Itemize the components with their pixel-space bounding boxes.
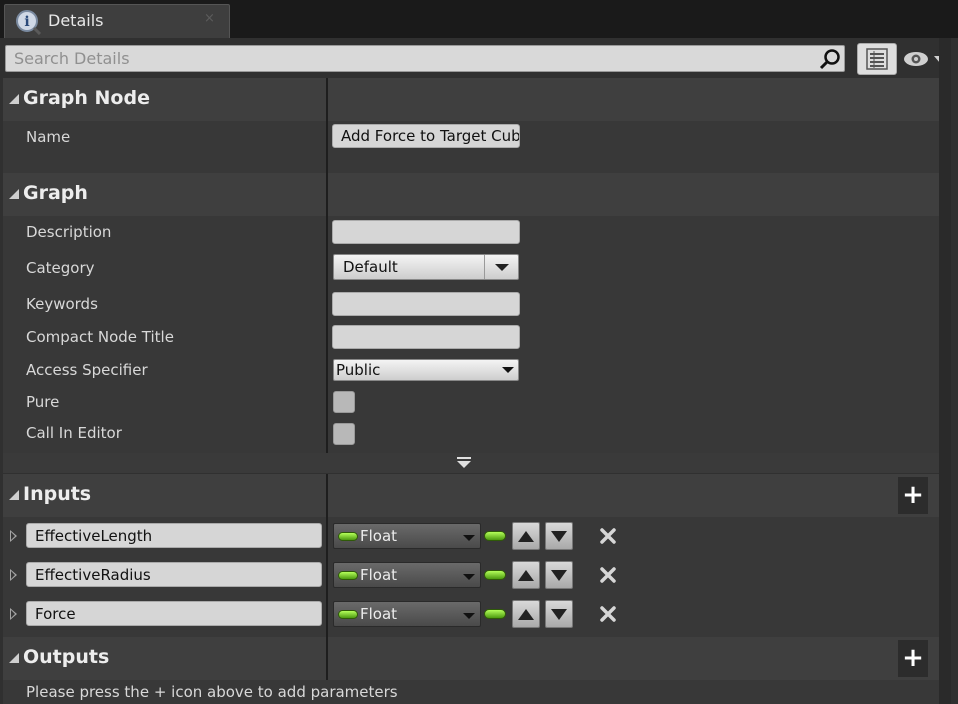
access-specifier-label: Access Specifier [26, 361, 148, 379]
advanced-expander[interactable] [3, 453, 951, 473]
move-up-button[interactable] [512, 600, 540, 628]
pin-type-icon [484, 531, 506, 541]
section-inputs[interactable]: Inputs + [3, 474, 951, 517]
chevron-down-icon [463, 535, 475, 541]
move-down-button[interactable] [545, 522, 573, 550]
name-label: Name [26, 128, 71, 146]
move-down-button[interactable] [545, 600, 573, 628]
details-panel: Graph Node Name Add Force to Target Cube… [0, 38, 958, 704]
float-pin-icon [338, 610, 358, 619]
view-options-button[interactable] [857, 43, 897, 75]
description-field[interactable] [332, 220, 520, 244]
column-divider [326, 173, 328, 216]
input-type-label: Float [360, 527, 398, 545]
input-name-field[interactable]: EffectiveRadius [26, 562, 322, 587]
column-divider [326, 78, 328, 121]
input-type-label: Float [360, 605, 398, 623]
search-input[interactable] [5, 45, 845, 72]
tab-bar: i Details × [0, 0, 958, 38]
input-name-field[interactable]: EffectiveLength [26, 523, 322, 548]
input-type-dropdown[interactable]: Float [333, 523, 481, 549]
pure-label: Pure [26, 393, 60, 411]
float-pin-icon [338, 532, 358, 541]
compact-node-title-field[interactable] [332, 325, 520, 349]
pure-checkbox[interactable] [333, 391, 355, 413]
description-label: Description [26, 223, 112, 241]
tab-title: Details [48, 11, 104, 30]
tab-details[interactable]: i Details × [4, 4, 230, 38]
section-title: Outputs [23, 646, 110, 668]
category-value: Default [343, 258, 398, 276]
add-output-button[interactable]: + [898, 640, 928, 677]
expand-down-icon [457, 457, 471, 468]
scrollbar[interactable] [939, 38, 951, 704]
collapse-arrow-icon [9, 653, 19, 663]
chevron-down-icon [463, 574, 475, 580]
access-specifier-dropdown[interactable]: Public [333, 359, 519, 381]
section-title: Graph Node [23, 87, 150, 109]
input-type-label: Float [360, 566, 398, 584]
chevron-down-icon [496, 360, 518, 380]
category-dropdown[interactable]: Default [333, 254, 519, 280]
column-divider [326, 474, 328, 517]
remove-icon[interactable] [599, 527, 617, 545]
input-name-field[interactable]: Force [26, 601, 322, 626]
keywords-label: Keywords [26, 295, 98, 313]
chevron-down-icon [463, 613, 475, 619]
remove-icon[interactable] [599, 566, 617, 584]
outputs-body: Please press the + icon above to add par… [3, 680, 951, 704]
section-graph-node[interactable]: Graph Node [3, 78, 951, 121]
move-up-button[interactable] [512, 522, 540, 550]
section-title: Graph [23, 182, 88, 204]
call-in-editor-label: Call In Editor [26, 424, 122, 442]
section-title: Inputs [23, 483, 92, 505]
collapse-arrow-icon [9, 94, 19, 104]
float-pin-icon [338, 571, 358, 580]
column-divider [326, 121, 328, 173]
pin-type-icon [484, 570, 506, 580]
inputs-body: EffectiveLength Float EffectiveRadius Fl… [3, 517, 951, 637]
close-icon[interactable]: × [204, 11, 215, 26]
svg-text:i: i [24, 14, 29, 30]
move-up-button[interactable] [512, 561, 540, 589]
input-type-dropdown[interactable]: Float [333, 601, 481, 627]
name-field[interactable]: Add Force to Target Cube [332, 124, 520, 148]
column-divider [326, 517, 328, 637]
column-divider [326, 637, 328, 680]
call-in-editor-checkbox[interactable] [333, 423, 355, 445]
keywords-field[interactable] [332, 292, 520, 316]
info-icon: i [16, 10, 41, 35]
access-specifier-value: Public [336, 361, 381, 379]
section-outputs[interactable]: Outputs + [3, 637, 951, 680]
graph-node-body: Name Add Force to Target Cube [3, 121, 951, 173]
chevron-down-icon [484, 255, 518, 279]
move-down-button[interactable] [545, 561, 573, 589]
category-label: Category [26, 259, 95, 277]
column-divider [326, 216, 328, 453]
add-input-button[interactable]: + [898, 477, 928, 514]
search-icon[interactable] [818, 48, 842, 70]
expand-row-icon[interactable] [10, 530, 17, 542]
remove-icon[interactable] [599, 605, 617, 623]
section-graph[interactable]: Graph [3, 173, 951, 216]
expand-row-icon[interactable] [10, 608, 17, 620]
view-options-icon [866, 48, 888, 70]
collapse-arrow-icon [9, 189, 19, 199]
outputs-hint: Please press the + icon above to add par… [26, 683, 398, 701]
expand-row-icon[interactable] [10, 569, 17, 581]
pin-type-icon [484, 609, 506, 619]
compact-node-title-label: Compact Node Title [26, 328, 174, 346]
graph-body: Description Category Default Keywords Co… [3, 216, 951, 453]
input-type-dropdown[interactable]: Float [333, 562, 481, 588]
collapse-arrow-icon [9, 490, 19, 500]
